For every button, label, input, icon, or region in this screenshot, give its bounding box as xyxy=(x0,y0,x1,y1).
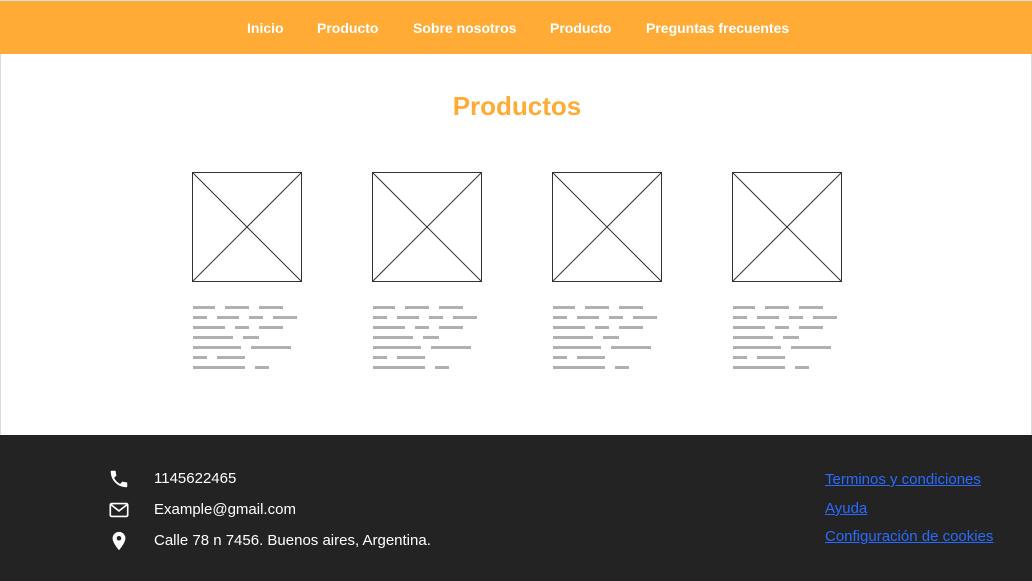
image-placeholder-icon xyxy=(192,172,302,282)
product-card[interactable] xyxy=(732,172,842,382)
text-placeholder-lines xyxy=(553,306,657,369)
image-placeholder-icon xyxy=(372,172,482,282)
footer-link-cookies[interactable]: Configuración de cookies xyxy=(825,528,993,546)
location-pin-icon xyxy=(112,531,126,551)
product-card[interactable] xyxy=(192,172,302,382)
mail-icon xyxy=(109,502,129,518)
top-navigation: Inicio Producto Sobre nosotros Producto … xyxy=(0,0,1032,54)
image-placeholder-icon xyxy=(552,172,662,282)
nav-link-producto[interactable]: Producto xyxy=(317,19,378,37)
product-card[interactable] xyxy=(372,172,482,382)
text-placeholder-lines xyxy=(373,306,477,369)
phone-icon xyxy=(110,470,128,488)
contact-address-text: Calle 78 n 7456. Buenos aires, Argentina… xyxy=(154,532,431,549)
contact-email-text: Example@gmail.com xyxy=(154,501,296,518)
page-title: Productos xyxy=(452,91,582,121)
footer: 1145622465 Example@gmail.com Calle 78 n … xyxy=(0,435,1032,581)
nav-link-sobre-nosotros[interactable]: Sobre nosotros xyxy=(413,19,516,37)
nav-link-preguntas-frecuentes[interactable]: Preguntas frecuentes xyxy=(646,19,789,37)
footer-link-ayuda[interactable]: Ayuda xyxy=(825,500,867,518)
text-placeholder-lines xyxy=(193,306,297,369)
footer-link-terminos[interactable]: Terminos y condiciones xyxy=(825,471,981,489)
products-section: Productos xyxy=(0,54,1032,435)
nav-link-producto-2[interactable]: Producto xyxy=(550,19,611,37)
nav-link-inicio[interactable]: Inicio xyxy=(247,19,284,37)
contact-phone-text: 1145622465 xyxy=(154,470,237,487)
image-placeholder-icon xyxy=(732,172,842,282)
product-card[interactable] xyxy=(552,172,662,382)
text-placeholder-lines xyxy=(733,306,837,369)
